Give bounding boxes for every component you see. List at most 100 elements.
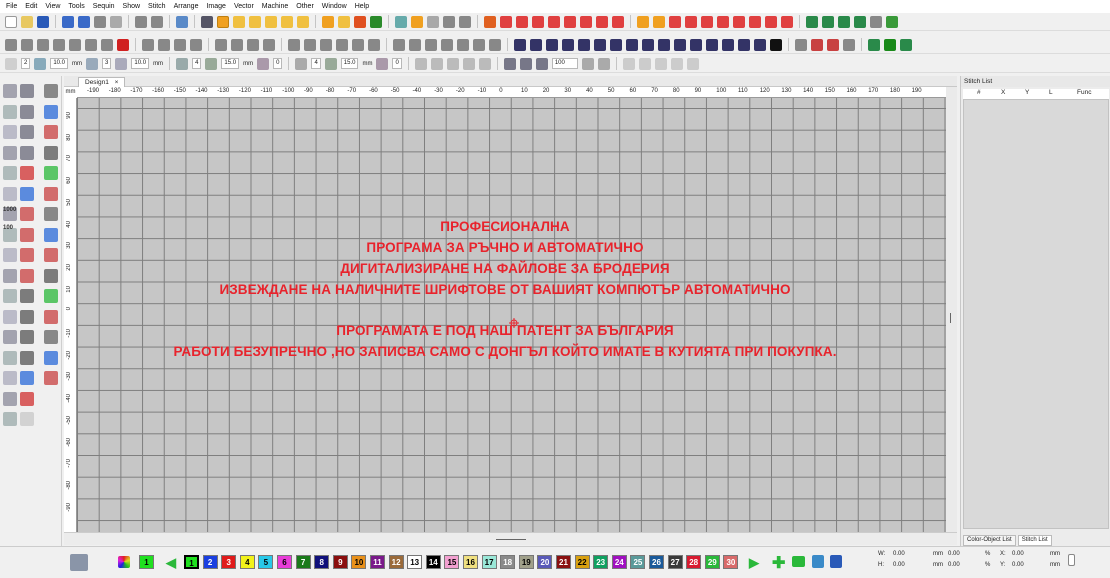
stripe-icon[interactable] [733,15,745,28]
scatter-tool-a-icon[interactable] [3,145,17,160]
color-swatch[interactable]: 28 [686,555,702,569]
menu-stitch[interactable]: Stitch [145,3,171,10]
cross-icon[interactable] [706,38,718,51]
motif-icon[interactable] [685,15,697,28]
cross-icon[interactable] [564,15,576,28]
satin-icon[interactable] [484,15,496,28]
redo-icon[interactable] [151,15,163,28]
angle2-icon[interactable] [324,57,337,70]
rounded-rect-icon[interactable] [610,38,622,51]
dist-h-icon[interactable] [288,38,300,51]
color-tools-icon[interactable] [812,555,824,568]
stitch-list-body[interactable] [963,99,1109,529]
zigzag-tool-c-icon[interactable] [44,248,58,262]
fill-color-icon[interactable] [370,15,382,28]
flower-tool-b-icon[interactable] [20,412,34,426]
diamond-icon[interactable] [674,38,686,51]
leaf-icon[interactable] [838,15,850,28]
mirror-icon[interactable] [430,57,443,70]
spin-tool-b-icon[interactable] [20,309,34,324]
bezier-icon[interactable] [670,57,683,70]
param-field-6[interactable]: 15.0 [221,58,240,69]
crop-tool-b-icon[interactable] [20,350,34,365]
new-file-icon[interactable] [5,15,17,28]
save-icon[interactable] [37,15,49,28]
arrow-icon[interactable] [738,38,750,51]
color-swatch[interactable]: 8 [314,555,330,569]
view-3d-icon[interactable] [176,15,188,28]
pattern-icon[interactable] [701,15,713,28]
wave-tool-c-icon[interactable] [44,104,58,119]
copy-4-icon[interactable] [53,38,65,51]
angle-icon[interactable] [205,57,218,70]
param-field-10[interactable]: 0 [392,58,402,69]
shield-icon[interactable] [795,38,807,51]
satin-width-icon[interactable] [34,57,47,70]
star-badge-tool-c-icon[interactable] [44,371,58,385]
slash-icon[interactable] [514,38,526,51]
col-index[interactable]: # [963,89,1001,99]
column-icon[interactable] [580,15,592,28]
col-y[interactable]: Y [1025,89,1049,99]
combine-icon[interactable] [174,38,186,51]
open-arc-icon[interactable] [578,38,590,51]
bars-icon[interactable] [612,15,624,28]
node-icon[interactable] [654,57,667,70]
triple-icon[interactable] [516,15,528,28]
copy-1-icon[interactable] [5,38,17,51]
circle-fill-tool-a-icon[interactable] [3,166,17,180]
line-draw-tool-b-icon[interactable] [20,84,34,98]
ellipse-icon[interactable] [562,38,574,51]
star-badge-tool-a-icon[interactable] [3,371,17,385]
add-color-icon[interactable]: ✚ [772,553,785,573]
arc-up-tool-b-icon[interactable] [20,330,34,344]
stitch-path-tool-c-icon[interactable] [44,268,58,283]
zoom-out-icon[interactable] [519,57,532,70]
measure-icon[interactable] [215,38,227,51]
crop-tool-c-icon[interactable] [44,350,58,365]
quote-icon[interactable] [870,15,882,28]
bulb-icon[interactable] [459,15,471,28]
copy-2-icon[interactable] [21,38,33,51]
undo-icon[interactable] [135,15,147,28]
copy-6-icon[interactable] [85,38,97,51]
swirl-tool-c-icon[interactable] [44,125,58,139]
line-draw-tool-a-icon[interactable] [3,84,17,98]
color-swatch[interactable]: 23 [593,555,609,569]
spacing-icon[interactable] [295,57,308,70]
flower-tool-a-icon[interactable] [3,412,17,426]
menu-image[interactable]: Image [203,3,230,10]
group-icon[interactable] [142,38,154,51]
color-swatch[interactable]: 19 [518,555,534,569]
clip-icon[interactable] [446,57,459,70]
curve-icon[interactable] [427,15,439,28]
col-func[interactable]: Func [1077,89,1109,99]
swirl-tool-b-icon[interactable] [20,125,34,139]
pentagon-icon[interactable] [690,38,702,51]
scatter-tool-c-icon[interactable] [44,145,58,160]
wave-tool-b-icon[interactable] [20,104,34,119]
color-swatch[interactable]: 20 [537,555,553,569]
color-swatch[interactable]: 17 [481,555,497,569]
color-swatch[interactable]: 26 [649,555,664,569]
w-value[interactable]: 0.00 [893,551,905,557]
open-file-icon[interactable] [21,15,33,28]
align-right-icon[interactable] [263,38,275,51]
diagonal-tool-c-icon[interactable] [44,207,58,221]
color-swatch[interactable]: 3 [221,555,237,569]
text-icon[interactable] [770,38,782,51]
param-field-1[interactable]: 2 [21,58,31,69]
break-icon[interactable] [190,38,202,51]
align-icon[interactable] [414,57,427,70]
export-icon[interactable] [78,15,90,28]
param-field-8[interactable]: 4 [311,58,321,69]
grid-view-icon[interactable] [322,15,334,28]
mm-icon[interactable] [548,15,560,28]
swirl-icon[interactable] [781,15,793,28]
color-swatch[interactable]: 15 [444,555,460,569]
color-swatch[interactable]: 6 [277,555,292,569]
star-icon[interactable] [722,38,734,51]
triangle-icon[interactable] [749,15,761,28]
gear-tool-b-icon[interactable] [20,289,34,303]
menu-sequin[interactable]: Sequin [90,3,120,10]
